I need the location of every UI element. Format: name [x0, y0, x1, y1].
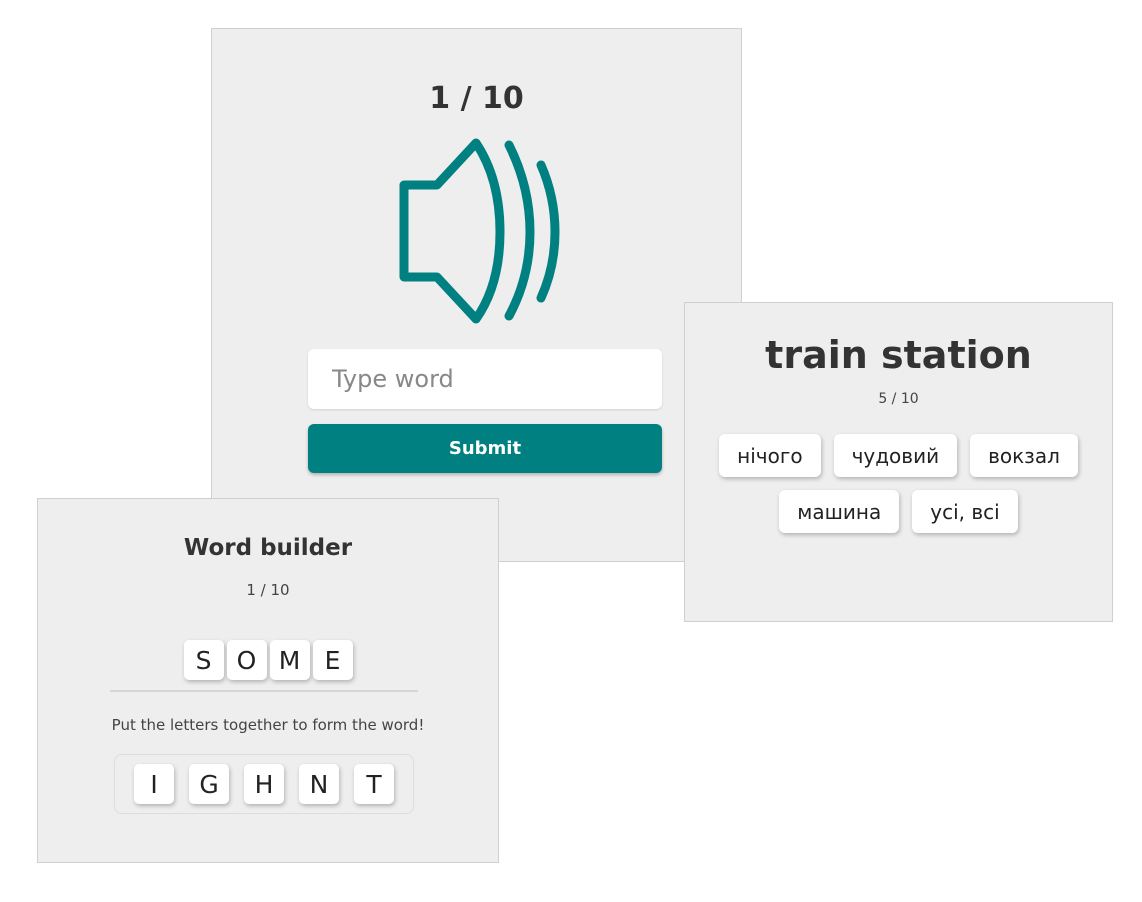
word-builder-instruction: Put the letters together to form the wor…	[111, 716, 425, 734]
available-letter-tile[interactable]: H	[244, 764, 284, 804]
available-letter-tile[interactable]: N	[299, 764, 339, 804]
prompt-word: train station	[765, 333, 1032, 377]
word-input[interactable]	[308, 349, 662, 409]
translation-card: train station 5 / 10 нічого чудовий вокз…	[684, 302, 1113, 622]
answer-letter-tile[interactable]: S	[183, 640, 224, 680]
answer-options: нічого чудовий вокзал машина усі, всі	[705, 434, 1092, 533]
answer-option[interactable]: чудовий	[833, 434, 958, 477]
word-builder-title: Word builder	[183, 535, 353, 561]
word-builder-card: Word builder 1 / 10 S O M E Put the lett…	[37, 498, 499, 863]
listening-card: 1 / 10 Submit	[211, 28, 742, 562]
listening-progress-counter: 1 / 10	[429, 81, 524, 116]
answer-option[interactable]: нічого	[719, 434, 821, 477]
answer-option[interactable]: машина	[779, 490, 900, 533]
answer-letter-row: S O M E	[38, 640, 498, 680]
speaker-icon[interactable]	[380, 117, 592, 331]
available-letter-tile[interactable]: I	[134, 764, 174, 804]
word-builder-progress-counter: 1 / 10	[246, 581, 290, 599]
available-letters-tray: I G H N T	[114, 754, 414, 814]
answer-option[interactable]: вокзал	[970, 434, 1078, 477]
answer-divider	[110, 690, 418, 692]
submit-button[interactable]: Submit	[308, 424, 662, 473]
translation-progress-counter: 5 / 10	[878, 391, 919, 407]
answer-letter-tile[interactable]: O	[226, 640, 267, 680]
answer-letter-tile[interactable]: M	[269, 640, 310, 680]
available-letter-tile[interactable]: T	[354, 764, 394, 804]
available-letter-tile[interactable]: G	[189, 764, 229, 804]
answer-letter-tile[interactable]: E	[312, 640, 353, 680]
answer-option[interactable]: усі, всі	[912, 490, 1018, 533]
